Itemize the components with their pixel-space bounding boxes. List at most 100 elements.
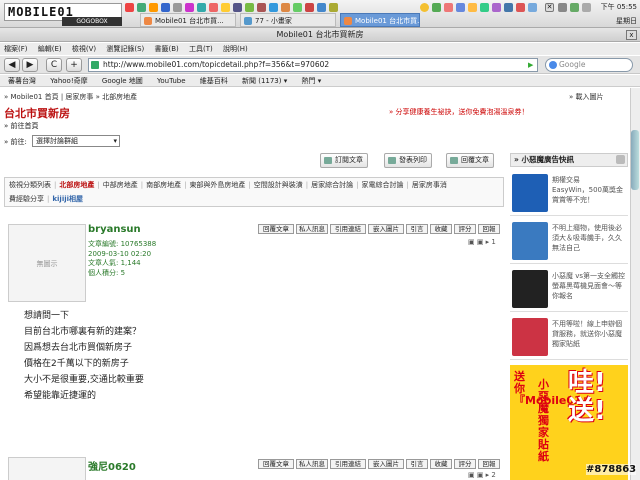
bookmark-item[interactable]: YouTube — [157, 77, 185, 85]
post-nav-icon[interactable]: ▣ ▣ ▸ 1 — [468, 238, 496, 246]
ad-item[interactable]: 小惡魔 vs第一支全觸控螢幕黑莓機見面會～等你報名 — [510, 266, 628, 312]
category-link[interactable]: 居家房事消 — [412, 181, 447, 189]
favorite-button[interactable]: 收藏 — [430, 459, 452, 469]
favorite-button[interactable]: 收藏 — [430, 224, 452, 234]
tray-app-icon[interactable] — [504, 3, 513, 12]
ad-item[interactable]: 不用等啦！線上申辦個貸服務，就送你小惡魔獨家貼紙 — [510, 314, 628, 360]
category-link[interactable]: 費經驗分享 — [9, 195, 44, 203]
tray-app-icon[interactable] — [257, 3, 266, 12]
tray-app-icon[interactable] — [293, 3, 302, 12]
bookmark-item[interactable]: 蕃薯台灣 — [8, 77, 36, 85]
private-message-button[interactable]: 私人訊息 — [296, 459, 328, 469]
promo-link[interactable]: » 分享健康養生祕訣，送你免費泡湯溫泉券！ — [389, 107, 529, 117]
embed-image-button[interactable]: 嵌入圖片 — [368, 224, 404, 234]
tray-app-icon[interactable] — [173, 3, 182, 12]
category-link[interactable]: 東部與外島房地產 — [189, 181, 245, 189]
url-input[interactable]: http://www.mobile01.com/topicdetail.php?… — [88, 58, 538, 72]
tray-app-icon[interactable] — [468, 3, 477, 12]
post-username[interactable]: 強尼0620 — [88, 458, 136, 473]
rate-button[interactable]: 評分 — [454, 224, 476, 234]
post-username[interactable]: bryansun — [88, 224, 141, 235]
ad-item[interactable]: 不明上癮物，使用後必須大＆吸毒饑手，久久無法自己 — [510, 218, 628, 264]
volume-icon[interactable] — [582, 3, 591, 12]
menu-history[interactable]: 瀏覽記錄(S) — [106, 45, 144, 53]
post-reply-button[interactable]: 回覆文章 — [258, 224, 294, 234]
quote-button[interactable]: 引言 — [406, 459, 428, 469]
load-images-link[interactable]: » 載入圖片 — [569, 92, 604, 102]
tray-app-icon[interactable] — [329, 3, 338, 12]
group-select[interactable]: 選擇討論群組 ▾ — [32, 135, 120, 147]
bookmark-folder[interactable]: 熱門 ▾ — [301, 77, 321, 85]
category-link[interactable]: 檢視分類列表 — [9, 181, 51, 189]
tray-app-icon[interactable] — [480, 3, 489, 12]
category-link-active[interactable]: 北部房地產 — [59, 181, 94, 189]
window-close-button[interactable]: x — [626, 30, 637, 40]
private-message-button[interactable]: 私人訊息 — [296, 224, 328, 234]
post-reply-button[interactable]: 回覆文章 — [258, 459, 294, 469]
tray-app-icon[interactable] — [281, 3, 290, 12]
tray-app-icon[interactable] — [317, 3, 326, 12]
kijiji-link[interactable]: kijiji相屋 — [52, 195, 83, 203]
category-link[interactable]: 家電綜合討論 — [362, 181, 404, 189]
category-link[interactable]: 居家綜合討論 — [311, 181, 353, 189]
quote-link-button[interactable]: 引用連結 — [330, 459, 366, 469]
bookmark-folder[interactable]: 新聞 (1173) ▾ — [242, 77, 287, 85]
quote-link-button[interactable]: 引用連結 — [330, 224, 366, 234]
report-button[interactable]: 回報 — [478, 459, 500, 469]
subscribe-button[interactable]: 訂閱文章 — [320, 153, 368, 168]
quote-button[interactable]: 引言 — [406, 224, 428, 234]
tray-app-icon[interactable] — [245, 3, 254, 12]
banner-ad[interactable]: 送你『Mobile01』 小惡魔獨家貼紙 哇!送! — [510, 365, 628, 480]
tray-app-icon[interactable] — [432, 3, 441, 12]
search-input[interactable]: Google — [545, 58, 633, 72]
goto-home-link[interactable]: » 前往首頁 — [4, 121, 39, 131]
tray-app-icon[interactable] — [149, 3, 158, 12]
post-nav-icon[interactable]: ▣ ▣ ▸ 2 — [468, 471, 496, 479]
menu-file[interactable]: 檔案(F) — [4, 45, 28, 53]
tray-app-icon[interactable] — [197, 3, 206, 12]
report-button[interactable]: 回報 — [478, 224, 500, 234]
embed-image-button[interactable]: 嵌入圖片 — [368, 459, 404, 469]
tray-app-icon[interactable] — [456, 3, 465, 12]
menu-help[interactable]: 說明(H) — [223, 45, 248, 53]
tray-app-icon[interactable] — [492, 3, 501, 12]
category-link[interactable]: 空間設計與裝潢 — [254, 181, 303, 189]
tray-app-icon[interactable] — [137, 3, 146, 12]
category-link[interactable]: 中部房地產 — [103, 181, 138, 189]
battery-icon[interactable] — [570, 3, 579, 12]
menu-edit[interactable]: 編輯(E) — [38, 45, 62, 53]
tray-app-icon[interactable] — [528, 3, 537, 12]
tray-app-icon[interactable] — [305, 3, 314, 12]
tray-smiley-icon[interactable] — [420, 3, 429, 12]
go-icon[interactable]: ▶ — [528, 61, 533, 69]
forward-button[interactable]: ▶ — [22, 58, 38, 72]
tray-app-icon[interactable] — [444, 3, 453, 12]
collapse-icon[interactable] — [616, 155, 625, 164]
taskbar-window-paint[interactable]: 77 - 小畫家 — [240, 13, 336, 27]
tray-app-icon[interactable] — [516, 3, 525, 12]
reload-button[interactable]: C — [46, 58, 62, 72]
bookmark-item[interactable]: Yahoo!奇摩 — [50, 77, 87, 85]
bookmark-item[interactable]: 維基百科 — [200, 77, 228, 85]
tray-close-icon[interactable]: ✕ — [545, 3, 554, 12]
tray-app-icon[interactable] — [161, 3, 170, 12]
tray-app-icon[interactable] — [233, 3, 242, 12]
print-button[interactable]: 發表列印 — [384, 153, 432, 168]
menu-bookmarks[interactable]: 書籤(B) — [155, 45, 179, 53]
tray-app-icon[interactable] — [125, 3, 134, 12]
ad-item[interactable]: 期權交易 EasyWin，500萬獎金賞賞等不完！ — [510, 170, 628, 216]
forum-title[interactable]: 台北市買新房 — [4, 105, 70, 121]
reply-button[interactable]: 回覆文章 — [446, 153, 494, 168]
taskbar-window-mobile01-1[interactable]: Mobile01 台北市買... — [140, 13, 236, 27]
tray-app-icon[interactable] — [185, 3, 194, 12]
scrollbar-thumb[interactable] — [631, 130, 639, 190]
tray-app-icon[interactable] — [269, 3, 278, 12]
rate-button[interactable]: 評分 — [454, 459, 476, 469]
network-icon[interactable] — [558, 3, 567, 12]
avatar[interactable] — [8, 457, 86, 480]
menu-view[interactable]: 檢視(V) — [72, 45, 96, 53]
menu-tools[interactable]: 工具(T) — [189, 45, 213, 53]
taskbar-window-mobile01-2[interactable]: Mobile01 台北市買... — [340, 13, 420, 27]
tray-app-icon[interactable] — [221, 3, 230, 12]
new-tab-button[interactable]: + — [66, 58, 82, 72]
